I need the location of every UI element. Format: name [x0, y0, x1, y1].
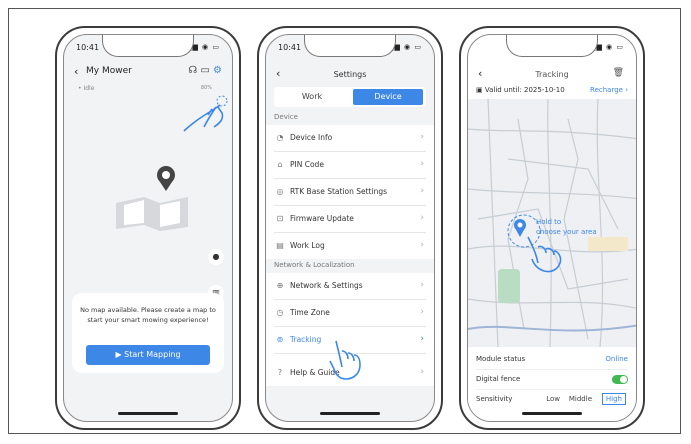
home-indicator — [522, 412, 582, 415]
chevron-right-icon: › — [420, 280, 424, 290]
hand-pointer-icon — [329, 340, 361, 380]
header: ‹ My Mower ☊ ▭ ⚙ — [64, 65, 232, 83]
section-network-label: Network & Localization — [274, 261, 355, 269]
tracking-info-panel: Module status Online Digital fence Sensi… — [468, 347, 636, 421]
notch — [102, 35, 194, 57]
menu-item-label: Device Info — [290, 133, 333, 142]
digital-fence-label: Digital fence — [476, 375, 521, 383]
headset-icon[interactable]: ☊ — [188, 65, 197, 76]
chevron-right-icon: › — [420, 307, 424, 317]
menu-item-rtk-base-station[interactable]: ◎ RTK Base Station Settings › — [274, 179, 426, 206]
chevron-right-icon: › — [420, 159, 424, 169]
empty-map-message: No map available. Please create a map to… — [80, 306, 216, 324]
hold-hint-line1: Hold to — [536, 218, 562, 226]
section-device-label: Device — [274, 113, 298, 121]
sensitivity-label: Sensitivity — [476, 395, 513, 403]
battery-level: 80% — [200, 85, 212, 91]
chevron-right-icon: › — [420, 186, 424, 196]
digital-fence-row: Digital fence — [476, 371, 628, 390]
globe-icon: ⊕ — [276, 281, 284, 290]
chevron-right-icon: › — [420, 334, 424, 344]
menu-item-label: Network & Settings — [290, 281, 363, 290]
antenna-icon: ◎ — [276, 187, 284, 196]
header: ‹ Tracking 🗑 — [468, 63, 636, 83]
trash-icon[interactable]: 🗑 — [613, 68, 624, 78]
menu-item-label: Tracking — [290, 335, 322, 344]
hand-pointer-icon — [527, 236, 562, 273]
message-icon[interactable]: ▭ — [200, 65, 209, 76]
sensitivity-row: Sensitivity Low Middle High — [476, 391, 628, 409]
tracking-map[interactable]: Hold to choose your area — [468, 99, 636, 347]
valid-until: ▣ Valid until: 2025-10-10 — [476, 86, 565, 94]
menu-item-label: Time Zone — [290, 308, 330, 317]
start-mapping-button[interactable]: ▶ Start Mapping — [86, 345, 210, 365]
sensitivity-low[interactable]: Low — [546, 395, 560, 403]
menu-item-work-log[interactable]: ▤ Work Log › — [274, 233, 426, 259]
recharge-label: Recharge — [590, 86, 623, 94]
sensitivity-middle[interactable]: Middle — [569, 395, 592, 403]
recharge-link[interactable]: Recharge › — [590, 86, 628, 94]
mower-status-text: Idle — [83, 85, 95, 92]
module-status-value: Online — [605, 355, 628, 363]
screen: 10:41 ▂▄▆ ◉ ▭ ‹ Settings Work Device Dev… — [265, 34, 435, 422]
notch — [506, 35, 598, 57]
menu-item-network-settings[interactable]: ⊕ Network & Settings › — [274, 273, 426, 300]
phone-tracking: 10:41 ▂▄▆ ◉ ▭ ‹ Tracking 🗑 ▣ Valid until… — [459, 26, 645, 430]
settings-icon[interactable]: ⚙ — [213, 65, 222, 76]
phone-my-mower: 10:41 ▂▄▆ ◉ ▭ ‹ My Mower ☊ ▭ ⚙ • Idle 80… — [55, 26, 241, 430]
status-time: 10:41 — [76, 43, 100, 52]
header: ‹ Settings — [266, 63, 434, 85]
clock-icon: ◷ — [276, 308, 284, 317]
screen: 10:41 ▂▄▆ ◉ ▭ ‹ Tracking 🗑 ▣ Valid until… — [467, 34, 637, 422]
mower-status: • Idle — [78, 85, 95, 92]
menu-item-label: PIN Code — [290, 160, 324, 169]
chevron-right-icon: › — [420, 132, 424, 142]
tab-work[interactable]: Work — [274, 87, 350, 107]
module-status-label: Module status — [476, 355, 526, 363]
empty-map-icon — [116, 166, 188, 231]
phone-settings: 10:41 ▂▄▆ ◉ ▭ ‹ Settings Work Device Dev… — [257, 26, 443, 430]
menu-item-label: Firmware Update — [290, 214, 354, 223]
hand-pointer-icon — [183, 95, 228, 132]
figure-frame: 10:41 ▂▄▆ ◉ ▭ ‹ My Mower ☊ ▭ ⚙ • Idle 80… — [8, 8, 681, 434]
menu-item-firmware-update[interactable]: ⊡ Firmware Update › — [274, 206, 426, 233]
menu-item-time-zone[interactable]: ◷ Time Zone › — [274, 300, 426, 327]
device-menu: ◔ Device Info › ⌂ PIN Code › ◎ RTK Base … — [266, 125, 434, 259]
home-indicator — [118, 412, 178, 415]
help-icon: ? — [277, 368, 283, 377]
screen: 10:41 ▂▄▆ ◉ ▭ ‹ My Mower ☊ ▭ ⚙ • Idle 80… — [63, 34, 233, 422]
tab-device[interactable]: Device — [353, 89, 423, 105]
log-icon: ▤ — [276, 241, 284, 250]
sensitivity-high[interactable]: High — [601, 393, 626, 405]
start-mapping-label: Start Mapping — [124, 350, 181, 359]
lock-icon: ⌂ — [277, 160, 283, 169]
valid-until-text: Valid until: 2025-10-10 — [484, 86, 565, 94]
status-time: 10:41 — [278, 43, 302, 52]
work-device-toggle: Work Device — [274, 87, 426, 107]
chevron-right-icon: › — [420, 240, 424, 250]
digital-fence-toggle[interactable] — [612, 375, 628, 384]
chevron-right-icon: › — [420, 367, 424, 377]
page-title: Tracking — [535, 70, 569, 79]
module-status-row: Module status Online — [476, 351, 628, 370]
menu-item-label: RTK Base Station Settings — [290, 187, 388, 196]
location-icon: ⊚ — [276, 335, 284, 344]
validity-bar: ▣ Valid until: 2025-10-10 Recharge › — [468, 83, 636, 99]
robot-side-icon[interactable]: ● — [208, 249, 224, 265]
robot-icon: ◔ — [276, 133, 284, 142]
firmware-icon: ⊡ — [276, 214, 284, 223]
chevron-right-icon: › — [420, 213, 424, 223]
menu-item-label: Work Log — [290, 241, 325, 250]
menu-item-device-info[interactable]: ◔ Device Info › — [274, 125, 426, 152]
page-title: My Mower — [86, 66, 132, 76]
empty-map-card: No map available. Please create a map to… — [72, 293, 224, 373]
home-indicator — [320, 412, 380, 415]
notch — [304, 35, 396, 57]
page-title: Settings — [333, 70, 367, 79]
status-time: 10:41 — [480, 43, 504, 52]
back-icon[interactable]: ‹ — [74, 65, 78, 78]
menu-item-pin-code[interactable]: ⌂ PIN Code › — [274, 152, 426, 179]
